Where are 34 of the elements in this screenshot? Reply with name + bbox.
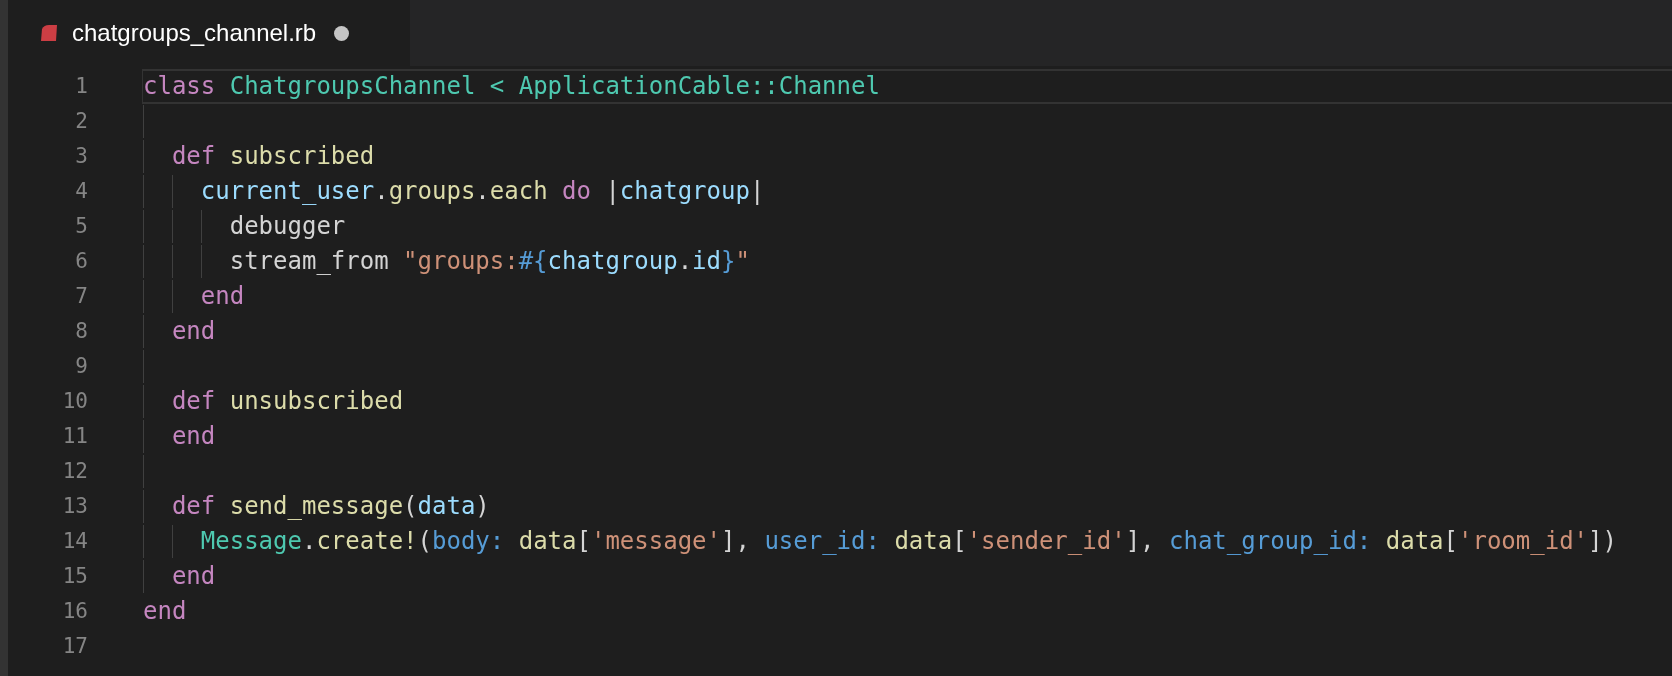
line-number: 1 (74, 73, 88, 100)
code-line: stream_from "groups:#{chatgroup.id}" (228, 246, 750, 277)
tab-title: chatgroups_channel.rb (72, 19, 317, 47)
code-line: def send_message(data) (170, 491, 490, 522)
unsaved-dot-icon[interactable] (334, 25, 350, 41)
code-line: end (170, 561, 216, 592)
line-number: 9 (74, 353, 88, 380)
code-line: end (170, 316, 216, 347)
line-number: 11 (61, 423, 88, 450)
code-line: debugger (228, 211, 346, 242)
line-number: 10 (61, 388, 88, 415)
code-line: def subscribed (170, 141, 375, 172)
line-number: 12 (61, 458, 88, 485)
line-number: 5 (74, 213, 88, 240)
code-line: end (199, 281, 245, 312)
line-number: 8 (74, 318, 88, 345)
code-line: current_user.groups.each do |chatgroup| (199, 176, 765, 207)
editor-tab[interactable]: chatgroups_channel.rb (8, 0, 410, 66)
line-number: 4 (74, 178, 88, 205)
code-line: end (143, 596, 187, 627)
line-number: 13 (61, 493, 88, 520)
code-line: def unsubscribed (170, 386, 404, 417)
line-number: 17 (61, 633, 88, 660)
line-number: 6 (74, 248, 88, 275)
code-line: Message.create!(body: data['message'], user_id: data['sender_id'], chat_group_id: data['room_id']) (199, 526, 1617, 557)
ruby-file-icon (40, 24, 58, 42)
code-line: class ChatgroupsChannel < ApplicationCable::Channel (143, 71, 880, 102)
line-number: 3 (74, 143, 88, 170)
line-number: 2 (74, 108, 88, 135)
line-number: 15 (61, 563, 88, 590)
line-number: 16 (61, 598, 88, 625)
line-number: 14 (61, 528, 88, 555)
line-number: 7 (74, 283, 88, 310)
code-line: end (170, 421, 216, 452)
